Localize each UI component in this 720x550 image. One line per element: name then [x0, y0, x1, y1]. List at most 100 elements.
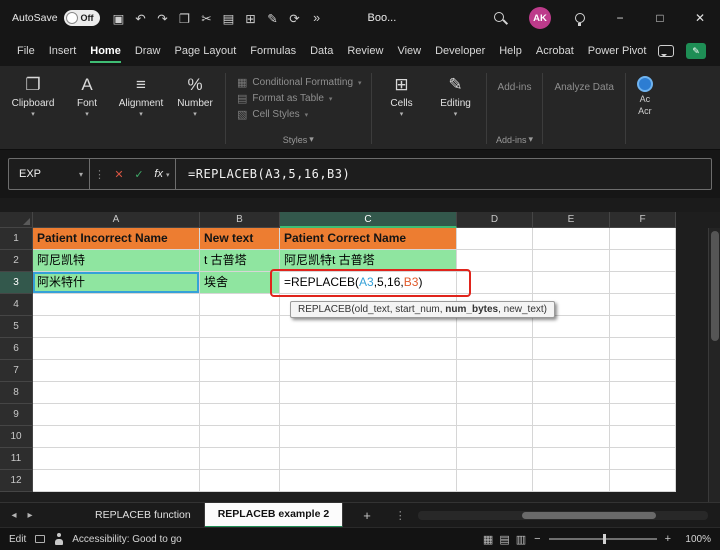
cell-B6[interactable] [200, 338, 280, 360]
cell-E3[interactable] [533, 272, 610, 294]
horizontal-scrollbar[interactable] [417, 510, 708, 520]
vertical-scrollbar[interactable] [708, 228, 720, 502]
cell-B4[interactable] [200, 294, 280, 316]
sheet-tab-replaceb-example-2[interactable]: REPLACEB example 2 [204, 502, 344, 528]
column-header-B[interactable]: B [200, 212, 280, 228]
refresh-icon[interactable]: ⟳ [284, 11, 306, 26]
column-header-C[interactable]: C [280, 212, 457, 228]
styles-item-format-as-table[interactable]: ▤ Format as Table ▾ [237, 92, 362, 105]
row-header-3[interactable]: 3 [0, 272, 33, 294]
cell-E1[interactable] [533, 228, 610, 250]
row-header-11[interactable]: 11 [0, 448, 33, 470]
menu-tab-page-layout[interactable]: Page Layout [167, 36, 243, 66]
menu-tab-help[interactable]: Help [492, 36, 529, 66]
new-sheet-button[interactable]: + [363, 508, 371, 523]
cell-C1[interactable]: Patient Correct Name [280, 228, 457, 250]
zoom-in-button[interactable]: + [665, 533, 671, 545]
cell-B7[interactable] [200, 360, 280, 382]
cell-F9[interactable] [610, 404, 676, 426]
cell-A10[interactable] [33, 426, 200, 448]
horizontal-scrollbar-thumb[interactable] [522, 511, 656, 519]
cell-A9[interactable] [33, 404, 200, 426]
cell-C10[interactable] [280, 426, 457, 448]
acrobat-addin-button[interactable]: Ac Acr [629, 68, 661, 149]
cell-A5[interactable] [33, 316, 200, 338]
sheet-nav-right-icon[interactable]: ▸ [22, 510, 38, 521]
cell-E2[interactable] [533, 250, 610, 272]
normal-view-icon[interactable]: ▦ [483, 533, 493, 546]
cell-C11[interactable] [280, 448, 457, 470]
cell-E11[interactable] [533, 448, 610, 470]
column-header-D[interactable]: D [457, 212, 533, 228]
cell-C3[interactable]: =REPLACEB(A3,5,16,B3) [280, 272, 457, 294]
column-header-F[interactable]: F [610, 212, 676, 228]
cell-F6[interactable] [610, 338, 676, 360]
cell-E12[interactable] [533, 470, 610, 492]
row-header-4[interactable]: 4 [0, 294, 33, 316]
styles-item-conditional-formatting[interactable]: ▦ Conditional Formatting ▾ [237, 76, 362, 89]
cell-F5[interactable] [610, 316, 676, 338]
page-break-view-icon[interactable]: ▥ [516, 533, 526, 546]
autosave-pill[interactable]: Off [63, 10, 100, 26]
comments-icon[interactable] [658, 45, 674, 57]
cell-D8[interactable] [457, 382, 533, 404]
cell-C6[interactable] [280, 338, 457, 360]
cell-A12[interactable] [33, 470, 200, 492]
cell-E7[interactable] [533, 360, 610, 382]
column-header-E[interactable]: E [533, 212, 610, 228]
cell-D5[interactable] [457, 316, 533, 338]
cell-D1[interactable] [457, 228, 533, 250]
addins-button[interactable]: Add-ins [490, 68, 540, 93]
menu-tab-view[interactable]: View [390, 36, 428, 66]
paste-icon[interactable]: ▤ [218, 11, 240, 26]
select-all-corner[interactable] [0, 212, 33, 228]
menu-tab-acrobat[interactable]: Acrobat [529, 36, 581, 66]
row-header-8[interactable]: 8 [0, 382, 33, 404]
zoom-slider-thumb[interactable] [602, 534, 606, 544]
zoom-level[interactable]: 100% [679, 534, 711, 545]
name-box[interactable]: EXP ▾ [9, 159, 89, 189]
cell-B5[interactable] [200, 316, 280, 338]
styles-item-cell-styles[interactable]: ▧ Cell Styles ▾ [237, 108, 362, 121]
menu-tab-review[interactable]: Review [340, 36, 390, 66]
account-button[interactable]: AK [520, 0, 560, 36]
minimize-button[interactable]: − [600, 0, 640, 36]
menu-tab-file[interactable]: File [10, 36, 42, 66]
cell-F8[interactable] [610, 382, 676, 404]
cell-C8[interactable] [280, 382, 457, 404]
menu-tab-formulas[interactable]: Formulas [243, 36, 303, 66]
more-commands-icon[interactable]: » [306, 11, 328, 25]
row-header-5[interactable]: 5 [0, 316, 33, 338]
cell-A6[interactable] [33, 338, 200, 360]
formula-input[interactable]: =REPLACEB(A3,5,16,B3) [176, 167, 350, 181]
cell-E5[interactable] [533, 316, 610, 338]
menu-tab-home[interactable]: Home [83, 36, 128, 66]
cell-B8[interactable] [200, 382, 280, 404]
ideas-lightbulb-icon[interactable] [560, 0, 600, 36]
ribbon-button-clipboard[interactable]: ❐ Clipboard ▾ [6, 68, 60, 149]
sheet-tab-replaceb-function[interactable]: REPLACEB function [82, 502, 205, 528]
cell-F3[interactable] [610, 272, 676, 294]
cell-F2[interactable] [610, 250, 676, 272]
cell-C2[interactable]: 阿尼凯特t 古普塔 [280, 250, 457, 272]
ribbon-button-font[interactable]: A Font ▾ [60, 68, 114, 149]
cell-A4[interactable] [33, 294, 200, 316]
cell-B11[interactable] [200, 448, 280, 470]
menu-tab-insert[interactable]: Insert [42, 36, 84, 66]
column-header-A[interactable]: A [33, 212, 200, 228]
cell-F10[interactable] [610, 426, 676, 448]
cell-C9[interactable] [280, 404, 457, 426]
menu-tab-data[interactable]: Data [303, 36, 340, 66]
macro-record-icon[interactable] [35, 535, 46, 543]
menu-tab-draw[interactable]: Draw [128, 36, 168, 66]
cell-B10[interactable] [200, 426, 280, 448]
row-header-10[interactable]: 10 [0, 426, 33, 448]
cell-F7[interactable] [610, 360, 676, 382]
cell-A1[interactable]: Patient Incorrect Name [33, 228, 200, 250]
cell-A8[interactable] [33, 382, 200, 404]
sheet-nav-left-icon[interactable]: ◂ [6, 510, 22, 521]
cell-E8[interactable] [533, 382, 610, 404]
row-header-9[interactable]: 9 [0, 404, 33, 426]
ribbon-button-cells[interactable]: ⊞ Cells ▾ [375, 68, 429, 149]
close-button[interactable]: ✕ [680, 0, 720, 36]
